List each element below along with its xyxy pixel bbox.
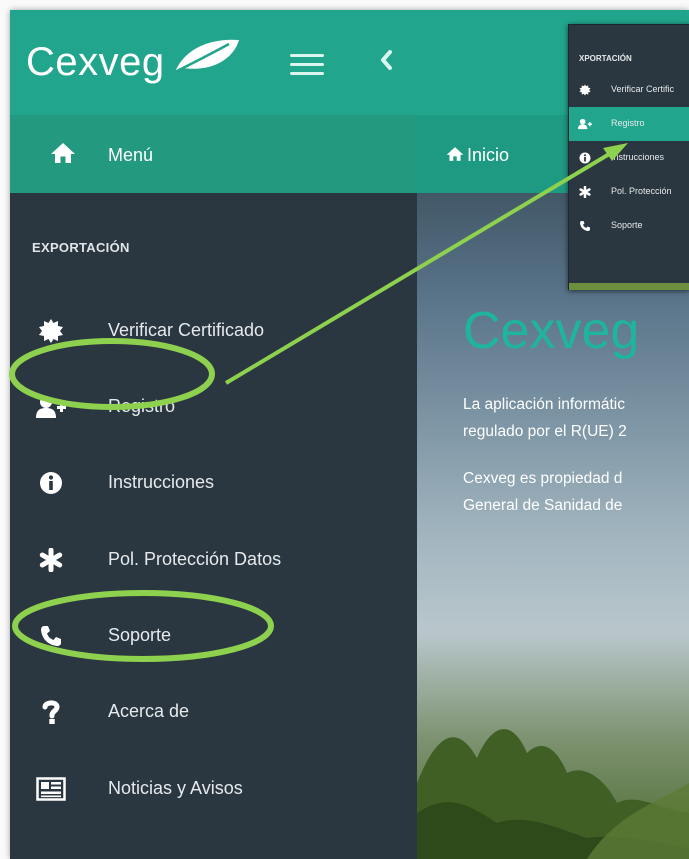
sidebar-item-acerca-de[interactable]: Acerca de: [10, 687, 417, 737]
sidebar-item-soporte[interactable]: Soporte: [10, 611, 417, 661]
menu-toggle[interactable]: Menú: [10, 115, 417, 193]
inset-image-strip: [569, 283, 689, 290]
home-icon: [51, 143, 75, 163]
sidebar: EXPORTACIÓN Verificar Certificado Regist…: [10, 193, 417, 859]
inset-item-label: Verificar Certific: [611, 84, 675, 94]
page-title: Cexveg: [463, 302, 640, 360]
phone-icon: [36, 623, 66, 649]
sidebar-item-label: Registro: [108, 396, 176, 416]
breadcrumb-home[interactable]: Inicio: [467, 145, 509, 166]
certificate-icon: [578, 83, 592, 97]
sidebar-item-label: Pol. Protección Datos: [108, 549, 282, 569]
brand-logo[interactable]: Cexveg: [26, 32, 241, 92]
inset-item-pol-proteccion[interactable]: Pol. Protección: [569, 175, 689, 209]
asterisk-icon: [36, 547, 66, 573]
chevron-left-icon[interactable]: [378, 48, 394, 72]
main-content: Cexveg La aplicación informátic regulado…: [417, 193, 689, 859]
sidebar-item-label: Instrucciones: [108, 472, 215, 492]
user-plus-icon: [578, 117, 592, 131]
sidebar-item-label: Soporte: [108, 625, 172, 645]
brand-name: Cexveg: [26, 39, 165, 84]
certificate-icon: [36, 318, 66, 344]
inset-item-label: Registro: [611, 118, 645, 128]
sidebar-item-label: Acerca de: [108, 701, 190, 721]
sidebar-item-noticias-y-avisos[interactable]: Noticias y Avisos: [10, 764, 417, 814]
intro-line: regulado por el R(UE) 2: [463, 423, 627, 440]
intro-line: Cexveg es propiedad d: [463, 470, 623, 487]
user-plus-icon: [36, 394, 66, 420]
sidebar-item-instrucciones[interactable]: Instrucciones: [10, 458, 417, 508]
inset-item-label: Instrucciones: [611, 152, 665, 162]
tree-background-image: [417, 729, 689, 859]
info-icon: [578, 151, 592, 165]
sidebar-item-label: Noticias y Avisos: [108, 778, 243, 798]
inset-item-registro[interactable]: Registro: [569, 107, 689, 141]
hamburger-menu-icon[interactable]: [290, 54, 324, 76]
question-icon: [36, 699, 66, 725]
sidebar-item-verificar-certificado[interactable]: Verificar Certificado: [10, 306, 417, 356]
home-icon: [446, 147, 464, 161]
inset-item-instrucciones[interactable]: Instrucciones: [569, 141, 689, 175]
asterisk-icon: [578, 185, 592, 199]
inset-item-label: Pol. Protección: [611, 186, 672, 196]
inset-item-soporte[interactable]: Soporte: [569, 209, 689, 243]
zoom-inset-sidebar: XPORTACIÓN Verificar Certific Registro I…: [568, 24, 689, 290]
inset-section-title: XPORTACIÓN: [579, 54, 632, 63]
info-icon: [36, 470, 66, 496]
intro-line: La aplicación informátic: [463, 396, 625, 413]
menu-label: Menú: [108, 145, 154, 165]
sidebar-item-pol-proteccion-datos[interactable]: Pol. Protección Datos: [10, 535, 417, 585]
intro-line: General de Sanidad de: [463, 497, 623, 514]
sidebar-section-title: EXPORTACIÓN: [32, 240, 130, 255]
inset-item-verificar-certificado[interactable]: Verificar Certific: [569, 73, 689, 107]
sidebar-item-registro[interactable]: Registro: [10, 382, 417, 432]
newspaper-icon: [36, 776, 66, 802]
phone-icon: [578, 219, 592, 233]
leaf-icon: [174, 39, 239, 74]
sidebar-item-label: Verificar Certificado: [108, 320, 265, 340]
inset-item-label: Soporte: [611, 220, 643, 230]
